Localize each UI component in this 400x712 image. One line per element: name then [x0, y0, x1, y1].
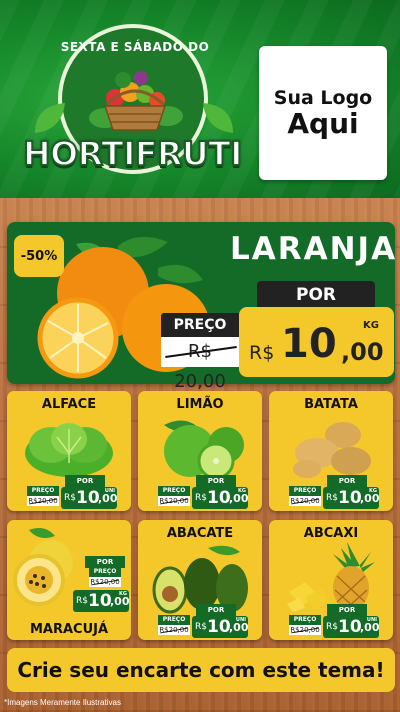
logo-line2: Aqui [287, 106, 359, 140]
product-card-limao: LIMÃO POR PREÇO R$20,00 R$ 10 ,00 KG [138, 391, 262, 511]
product-name: ABCAXI [303, 526, 359, 541]
product-name: ABACATE [166, 526, 234, 541]
price-tag: R$ 10 ,00 KG [192, 487, 249, 509]
por-label: POR [65, 475, 105, 487]
price-tag: R$ 10 ,00 KG [73, 590, 130, 612]
fruit-basket-icon [89, 71, 183, 131]
hortifruti-badge: SEXTA E SÁBADO DO HORTIFRUTI [20, 22, 245, 192]
price-unit: KG [119, 591, 127, 597]
product-name: ALFACE [41, 397, 97, 412]
old-price: R$20,00 [289, 625, 321, 635]
cta-banner[interactable]: Crie seu encarte com este tema! [7, 648, 395, 692]
disclaimer: *Imagens Meramente Ilustrativas [4, 698, 121, 707]
price-int: 10 [207, 617, 231, 637]
price-unit: UNI [366, 617, 377, 623]
featured-price-dec: ,00 [341, 338, 384, 366]
price-currency: R$ [326, 493, 338, 503]
lime-icon [164, 420, 244, 479]
price-int: 10 [207, 488, 231, 508]
por-label: POR [327, 475, 367, 487]
preco-label: PREÇO [27, 486, 59, 496]
featured-product-name: LARANJA [230, 231, 398, 267]
price-unit: KG [238, 488, 246, 494]
leaf-right-icon [203, 103, 233, 133]
preco-label: PREÇO [289, 486, 321, 496]
price-tag: R$ 10 ,00 UNI [61, 487, 118, 509]
preco-label: PREÇO [158, 486, 190, 496]
price-int: 10 [338, 488, 362, 508]
logo-line1: Sua Logo [273, 86, 373, 109]
preco-label: PREÇO [158, 615, 190, 625]
old-price: R$20,00 [158, 625, 190, 635]
por-label: POR [196, 475, 236, 487]
featured-currency: R$ [249, 342, 275, 364]
old-price: R$20,00 [158, 496, 190, 506]
por-label: POR [196, 604, 236, 616]
featured-unit: KG [363, 320, 379, 331]
badge-title: HORTIFRUTI [22, 133, 243, 174]
product-card-abacate: ABACATE POR PREÇO R$20,00 R$ 10 ,00 UNI [138, 520, 262, 640]
price-currency: R$ [76, 596, 88, 606]
product-card-maracuja: POR PREÇO R$20,00 R$ 10 ,00 KG MARACUJÁ [7, 520, 131, 640]
featured-price-int: 10 [281, 321, 337, 367]
old-price: R$20,00 [289, 496, 321, 506]
product-name: LIMÃO [176, 397, 224, 412]
logo-placeholder[interactable]: Sua Logo Aqui [259, 46, 387, 180]
discount-badge: -50% [14, 235, 64, 277]
leaf-left-icon [35, 103, 65, 133]
product-name: BATATA [304, 397, 358, 412]
product-card-abacaxi: ABCAXI POR PREÇO R$20,00 R$ 10 ,00 UNI [269, 520, 393, 640]
price-currency: R$ [64, 493, 76, 503]
price-tag: R$ 10 ,00 UNI [192, 616, 249, 638]
product-card-batata: BATATA POR PREÇO R$20,00 R$ 10 ,00 KG [269, 391, 393, 511]
price-currency: R$ [195, 493, 207, 503]
featured-old-price: R$ 20,00 [161, 337, 239, 392]
price-int: 10 [76, 488, 100, 508]
price-currency: R$ [326, 622, 338, 632]
old-price: R$20,00 [89, 577, 121, 587]
por-label: POR [327, 604, 367, 616]
passion-fruit-icon [13, 528, 73, 606]
price-unit: UNI [104, 488, 115, 494]
badge-top-text: SEXTA E SÁBADO DO [60, 40, 210, 54]
product-name: MARACUJÁ [29, 622, 109, 637]
price-int: 10 [88, 591, 112, 611]
price-unit: KG [369, 488, 377, 494]
price-currency: R$ [195, 622, 207, 632]
lettuce-icon [25, 423, 113, 477]
featured-preco-label: PREÇO [161, 313, 239, 337]
potato-icon [293, 422, 371, 478]
price-int: 10 [338, 617, 362, 637]
price-tag: R$ 10 ,00 KG [323, 487, 380, 509]
header: SEXTA E SÁBADO DO HORTIFRUTI Sua Logo Aq… [0, 0, 400, 198]
old-price: R$20,00 [27, 496, 59, 506]
price-tag: R$ 10 ,00 UNI [323, 616, 380, 638]
preco-label: PREÇO [89, 567, 121, 577]
product-card-alface: ALFACE POR PREÇO R$20,00 R$ 10 ,00 UNI [7, 391, 131, 511]
featured-por-label: POR [257, 281, 375, 309]
price-unit: UNI [235, 617, 246, 623]
pineapple-icon [287, 542, 375, 612]
preco-label: PREÇO [289, 615, 321, 625]
